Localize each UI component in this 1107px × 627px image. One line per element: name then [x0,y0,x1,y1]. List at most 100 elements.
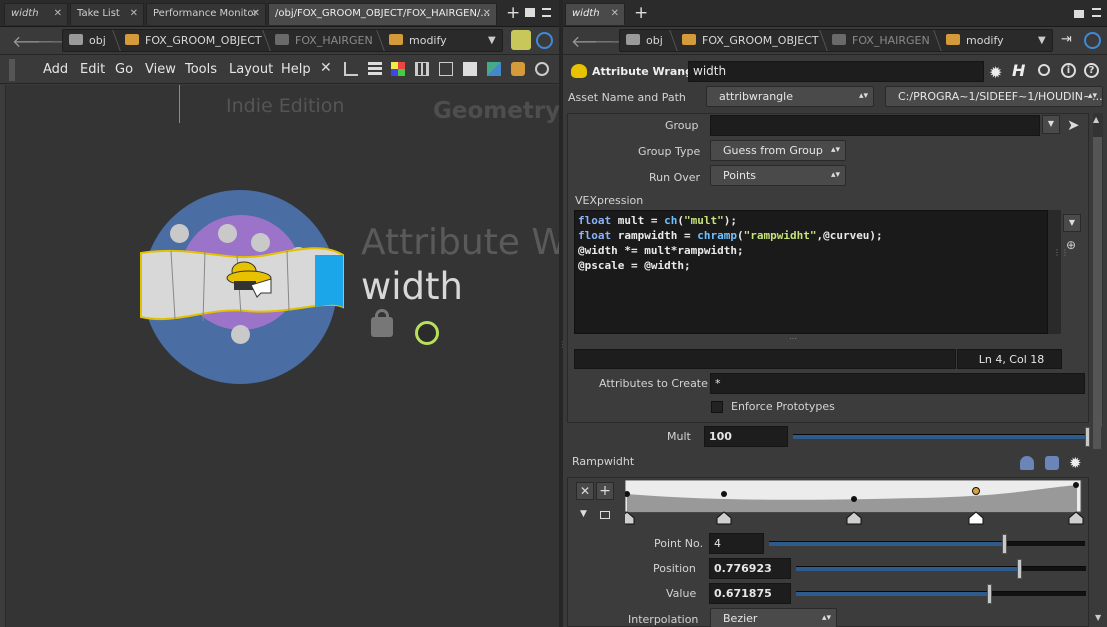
run-over-menu[interactable]: Points ▴▾ [710,165,846,186]
point-no-field[interactable]: 4 [709,533,764,554]
search-icon[interactable] [1038,64,1050,76]
info-icon[interactable]: i [1061,63,1076,78]
resize-grip-icon[interactable]: ⋮⋮ [1053,248,1069,257]
mult-slider[interactable] [793,427,1090,447]
position-slider[interactable] [796,559,1086,579]
scrollbar[interactable]: ▲ [1093,113,1103,427]
crumb-modify[interactable]: modify [389,30,447,51]
position-field[interactable]: 0.776923 [709,558,791,579]
close-icon[interactable]: ✕ [611,4,619,24]
scrollbar-thumb[interactable] [1093,427,1101,449]
color-palette-icon[interactable] [391,62,405,76]
menu-tools[interactable]: Tools [185,62,217,77]
crumb-hairgen[interactable]: FOX_HAIRGEN [832,30,930,51]
link-icon[interactable] [1084,32,1101,49]
attribute-wrangle-node[interactable] [137,245,347,325]
value-field[interactable]: 0.671875 [709,583,791,604]
tab-performance-monitor[interactable]: Performance Monitor ✕ [146,3,266,25]
tab-width[interactable]: width ✕ [565,3,625,25]
link-icon[interactable] [536,32,553,49]
display-icon[interactable] [535,62,549,76]
layout-icon[interactable] [439,62,453,76]
notes-icon[interactable] [463,62,477,76]
expand-ramp-icon[interactable] [600,511,610,519]
ramp-preset-icon[interactable] [1020,456,1034,470]
output-connector[interactable] [231,325,250,344]
tab-take-list[interactable]: Take List ✕ [70,3,144,25]
group-field[interactable] [710,115,1040,136]
menu-edit[interactable]: Edit [80,62,105,77]
crumb-modify[interactable]: modify [946,30,1004,51]
grid-icon[interactable] [415,62,429,76]
tools-icon[interactable]: ✕ [320,60,334,76]
tab-width[interactable]: width ✕ [4,3,68,25]
crumb-groom-object[interactable]: FOX_GROOM_OBJECT [125,30,262,51]
collapse-arrow-icon[interactable]: ▼ [580,509,587,519]
input-connector[interactable] [218,224,237,243]
crumb-groom-object[interactable]: FOX_GROOM_OBJECT [682,30,819,51]
asset-name-menu[interactable]: attribwrangle ▴▾ [706,86,874,107]
code-scrollbar[interactable] [1048,210,1061,334]
point-no-slider[interactable] [769,534,1085,554]
scroll-down-icon[interactable]: ▼ [1095,613,1101,622]
gear-icon[interactable]: ✹ [1069,454,1082,472]
group-type-label: Group Type [638,145,701,158]
ramp-curve-editor[interactable] [625,480,1085,528]
node-name-label[interactable]: width [361,265,463,308]
maximize-icon[interactable] [525,8,535,17]
clock-icon[interactable] [415,321,439,345]
ramp-key[interactable] [851,496,857,502]
ramp-key-selected[interactable] [972,487,980,495]
scrollbar-thumb[interactable] [1093,137,1102,427]
crumb-obj[interactable]: obj [69,30,106,51]
resize-grip-icon[interactable]: ⋯ [789,334,797,343]
enforce-prototypes-checkbox[interactable] [711,401,723,413]
close-icon[interactable]: ✕ [130,4,138,24]
pane-menu-icon[interactable] [1092,8,1101,17]
gear-icon[interactable]: ✹ [989,63,1002,82]
list-icon[interactable] [368,62,382,76]
crumb-hairgen[interactable]: FOX_HAIRGEN [275,30,373,51]
vex-code-editor[interactable]: float mult = ch("mult"); float rampwidth… [574,210,1048,334]
geometry-icon[interactable] [511,62,525,76]
remove-point-button[interactable]: ✕ [576,482,594,500]
menu-add[interactable]: Add [43,62,68,77]
crumb-obj[interactable]: obj [626,30,663,51]
ramp-reverse-icon[interactable] [1045,456,1059,470]
attributes-to-create-field[interactable]: * [710,373,1085,394]
interpolation-menu[interactable]: Bezier ▴▾ [710,608,837,627]
plus-icon[interactable]: + [634,4,648,22]
pin-icon[interactable]: ⇥ [1061,32,1081,52]
chevron-down-icon[interactable]: ▼ [488,35,496,46]
code-menu-dropdown[interactable]: ▼ [1063,214,1081,232]
group-type-menu[interactable]: Guess from Group ▴▾ [710,140,846,161]
network-canvas[interactable]: Indie Edition Geometry Attribute Wr widt… [6,85,559,627]
tree-icon[interactable] [344,62,358,76]
ramp-key[interactable] [721,491,727,497]
pin-icon[interactable] [511,30,531,50]
node-name-field[interactable]: width [688,61,984,82]
input-connector[interactable] [170,224,189,243]
menu-view[interactable]: View [145,62,176,77]
maximize-icon[interactable] [1074,10,1084,18]
chevron-down-icon[interactable]: ▼ [1038,35,1046,46]
pane-menu-icon[interactable] [542,8,551,17]
tab-network-path[interactable]: /obj/FOX_GROOM_OBJECT/FOX_HAIRGEN/... ✕ [268,3,497,25]
close-icon[interactable]: ✕ [483,4,491,24]
group-dropdown[interactable]: ▼ [1042,115,1060,134]
close-icon[interactable]: ✕ [252,4,260,24]
asset-path-menu[interactable]: C:/PROGRA~1/SIDEEF~1/HOUDIN~... ▴▾ [885,86,1103,107]
select-arrow-icon[interactable]: ➤ [1067,116,1080,134]
menu-go[interactable]: Go [115,62,133,77]
mult-field[interactable]: 100 [704,426,788,447]
image-icon[interactable] [487,62,501,76]
value-slider[interactable] [796,584,1086,604]
menu-layout[interactable]: Layout [229,62,273,77]
plus-icon[interactable]: + [506,4,520,22]
add-point-button[interactable]: + [596,482,614,500]
close-icon[interactable]: ✕ [54,4,62,24]
help-h-icon[interactable]: H [1012,61,1025,80]
ramp-key[interactable] [1073,482,1079,488]
menu-help[interactable]: Help [281,62,311,77]
help-icon[interactable]: ? [1084,63,1099,78]
